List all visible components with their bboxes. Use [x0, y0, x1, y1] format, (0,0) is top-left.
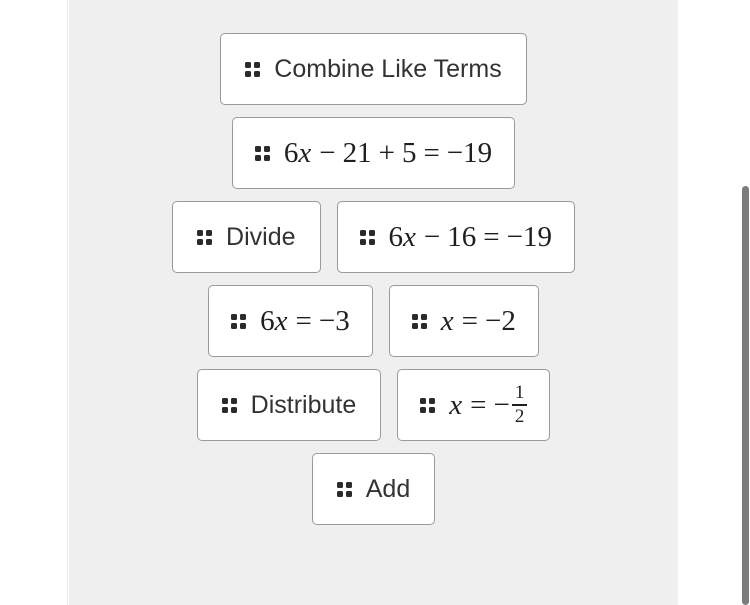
math-expression: x = − 1 2: [449, 381, 528, 428]
right-hand-side: −3: [318, 304, 350, 337]
tile-combine-like-terms[interactable]: Combine Like Terms: [220, 33, 527, 105]
tile-row: 6 x = −3 x = −2: [208, 285, 539, 357]
fraction: 1 2: [511, 381, 528, 428]
term: 5: [401, 136, 417, 169]
math-expression: 6 x −21 +5 = −19: [283, 136, 493, 169]
tile-distribute[interactable]: Distribute: [196, 369, 382, 441]
term: 16: [447, 220, 477, 253]
tile-label: Divide: [226, 222, 296, 251]
equals-sign: =: [470, 388, 487, 421]
drag-handle-icon[interactable]: [254, 145, 270, 161]
tile-add[interactable]: Add: [311, 453, 436, 525]
tile-equation-6x-21-plus-5[interactable]: 6 x −21 +5 = −19: [231, 117, 516, 189]
tile-rows: Combine Like Terms 6 x −21 +5 = −19 Divi…: [69, 33, 678, 525]
tile-row: 6 x −21 +5 = −19: [231, 117, 516, 189]
equals-sign: =: [295, 304, 312, 337]
tile-row: Distribute x = − 1 2: [196, 369, 551, 441]
tile-row: Divide 6 x −16 = −19: [172, 201, 575, 273]
variable: x: [449, 388, 463, 421]
tile-equation-x-equals-minus-2[interactable]: x = −2: [388, 285, 539, 357]
equals-sign: =: [423, 136, 440, 169]
drag-drop-panel: Combine Like Terms 6 x −21 +5 = −19 Divi…: [69, 0, 678, 605]
tile-label: Add: [365, 474, 411, 503]
coefficient: 6: [283, 136, 299, 169]
drag-handle-icon[interactable]: [197, 229, 213, 245]
drag-handle-icon[interactable]: [231, 313, 247, 329]
vertical-scrollbar[interactable]: [741, 0, 750, 605]
operator: +: [378, 136, 395, 169]
variable: x: [298, 136, 312, 169]
minus-sign: −: [493, 388, 510, 421]
fraction-denominator: 2: [514, 405, 525, 427]
drag-handle-icon[interactable]: [411, 313, 427, 329]
right-hand-side: −19: [446, 136, 493, 169]
drag-handle-icon[interactable]: [420, 397, 436, 413]
tile-row: Combine Like Terms: [220, 33, 527, 105]
right-hand-side: −2: [484, 304, 516, 337]
fraction-numerator: 1: [514, 381, 525, 403]
tile-equation-6x-minus-16[interactable]: 6 x −16 = −19: [336, 201, 575, 273]
tile-equation-6x-equals-minus-3[interactable]: 6 x = −3: [208, 285, 373, 357]
tile-label: Distribute: [250, 390, 357, 419]
math-expression: x = −2: [440, 304, 516, 337]
variable: x: [403, 220, 416, 253]
operator: −: [319, 136, 336, 169]
variable: x: [274, 304, 288, 337]
coefficient: 6: [388, 220, 404, 253]
drag-handle-icon[interactable]: [221, 397, 237, 413]
tile-divide[interactable]: Divide: [172, 201, 321, 273]
drag-handle-icon[interactable]: [245, 61, 261, 77]
math-expression: 6 x −16 = −19: [388, 220, 552, 253]
drag-handle-icon[interactable]: [359, 229, 375, 245]
coefficient: 6: [260, 304, 275, 337]
exercise-page: Combine Like Terms 6 x −21 +5 = −19 Divi…: [0, 0, 750, 605]
math-expression: 6 x = −3: [260, 304, 350, 337]
variable: x: [440, 304, 454, 337]
tile-equation-x-equals-minus-one-half[interactable]: x = − 1 2: [397, 369, 551, 441]
right-hand-side: −19: [506, 220, 552, 253]
left-gutter: [0, 0, 68, 605]
equals-sign: =: [483, 220, 500, 253]
drag-handle-icon[interactable]: [336, 481, 352, 497]
term: 21: [342, 136, 372, 169]
operator: −: [423, 220, 441, 253]
tile-row: Add: [311, 453, 436, 525]
equals-sign: =: [461, 304, 478, 337]
tile-label: Combine Like Terms: [274, 54, 502, 83]
scrollbar-thumb[interactable]: [742, 186, 749, 605]
